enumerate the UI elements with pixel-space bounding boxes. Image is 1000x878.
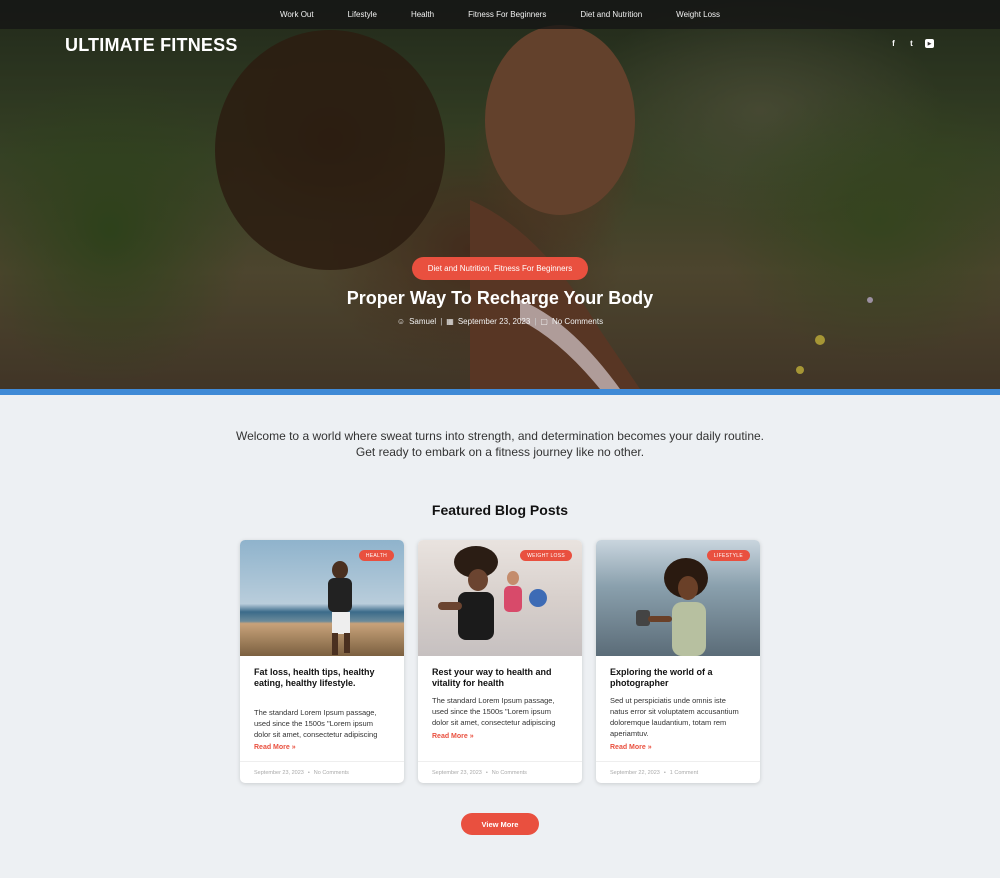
blog-card[interactable]: HEALTH Fat loss, health tips, healthy ea…: [240, 540, 404, 783]
site-logo[interactable]: ULTIMATE FITNESS: [65, 35, 238, 56]
card-comments[interactable]: No Comments: [492, 770, 527, 776]
author-icon: ☺: [396, 317, 406, 326]
card-date: September 23, 2023: [254, 769, 304, 776]
card-excerpt: The standard Lorem Ipsum passage, used s…: [254, 708, 378, 739]
blog-card[interactable]: LIFESTYLE Exploring the world of a photo…: [596, 540, 760, 783]
meta-dot: •: [663, 769, 666, 776]
top-navigation: Work Out Lifestyle Health Fitness For Be…: [0, 0, 1000, 29]
card-image[interactable]: WEIGHT LOSS: [418, 540, 582, 656]
nav-item-diet-and-nutrition[interactable]: Diet and Nutrition: [563, 10, 659, 19]
blog-card[interactable]: WEIGHT LOSS Rest your way to health and …: [418, 540, 582, 783]
hero-category-badge[interactable]: Diet and Nutrition, Fitness For Beginner…: [412, 257, 588, 280]
nav-item-weight-loss[interactable]: Weight Loss: [659, 10, 737, 19]
social-links: f t ▶: [889, 39, 934, 48]
meta-dot: •: [307, 769, 310, 776]
card-image[interactable]: LIFESTYLE: [596, 540, 760, 656]
card-comments[interactable]: 1 Comment: [670, 770, 698, 776]
intro-text: Welcome to a world where sweat turns int…: [235, 429, 765, 459]
meta-separator: |: [534, 317, 537, 326]
youtube-icon[interactable]: ▶: [925, 39, 934, 48]
hero-author[interactable]: Samuel: [409, 317, 436, 326]
hero-divider: [0, 389, 1000, 395]
hero-date: September 23, 2023: [457, 317, 531, 326]
card-footer: September 23, 2023 • No Comments: [418, 761, 582, 783]
nav-item-health[interactable]: Health: [394, 10, 451, 19]
nav-item-fitness-for-beginners[interactable]: Fitness For Beginners: [451, 10, 563, 19]
card-title[interactable]: Exploring the world of a photographer: [610, 667, 746, 689]
comment-icon: ▢: [540, 317, 548, 326]
card-excerpt: Sed ut perspiciatis unde omnis iste natu…: [610, 696, 739, 738]
read-more-link[interactable]: Read More »: [254, 744, 296, 751]
card-footer: September 23, 2023 • No Comments: [240, 761, 404, 783]
hero-title[interactable]: Proper Way To Recharge Your Body: [0, 288, 1000, 309]
card-date: September 22, 2023: [610, 769, 660, 776]
card-excerpt: The standard Lorem Ipsum passage, used s…: [432, 696, 556, 727]
hero-banner: [0, 0, 1000, 389]
nav-item-work-out[interactable]: Work Out: [263, 10, 331, 19]
hero-comments[interactable]: No Comments: [552, 317, 603, 326]
meta-dot: •: [485, 769, 488, 776]
card-category-badge[interactable]: WEIGHT LOSS: [520, 550, 572, 561]
hero-overlay: [0, 0, 1000, 389]
hero-meta: ☺ Samuel | ▦ September 23, 2023 | ▢ No C…: [0, 317, 1000, 326]
card-title[interactable]: Rest your way to health and vitality for…: [432, 667, 568, 689]
card-image[interactable]: HEALTH: [240, 540, 404, 656]
twitter-icon[interactable]: t: [907, 39, 916, 48]
card-category-badge[interactable]: HEALTH: [358, 550, 394, 561]
nav-item-lifestyle[interactable]: Lifestyle: [331, 10, 394, 19]
view-more-button[interactable]: View More: [461, 813, 539, 835]
meta-separator: |: [440, 317, 443, 326]
card-footer: September 22, 2023 • 1 Comment: [596, 761, 760, 783]
read-more-link[interactable]: Read More »: [432, 733, 474, 740]
card-title[interactable]: Fat loss, health tips, healthy eating, h…: [254, 667, 390, 689]
read-more-link[interactable]: Read More »: [610, 744, 652, 751]
card-comments[interactable]: No Comments: [314, 770, 349, 776]
featured-title: Featured Blog Posts: [431, 502, 569, 518]
calendar-icon: ▦: [446, 317, 454, 326]
card-category-badge[interactable]: LIFESTYLE: [706, 550, 750, 561]
card-date: September 23, 2023: [432, 769, 482, 776]
facebook-icon[interactable]: f: [889, 39, 898, 48]
